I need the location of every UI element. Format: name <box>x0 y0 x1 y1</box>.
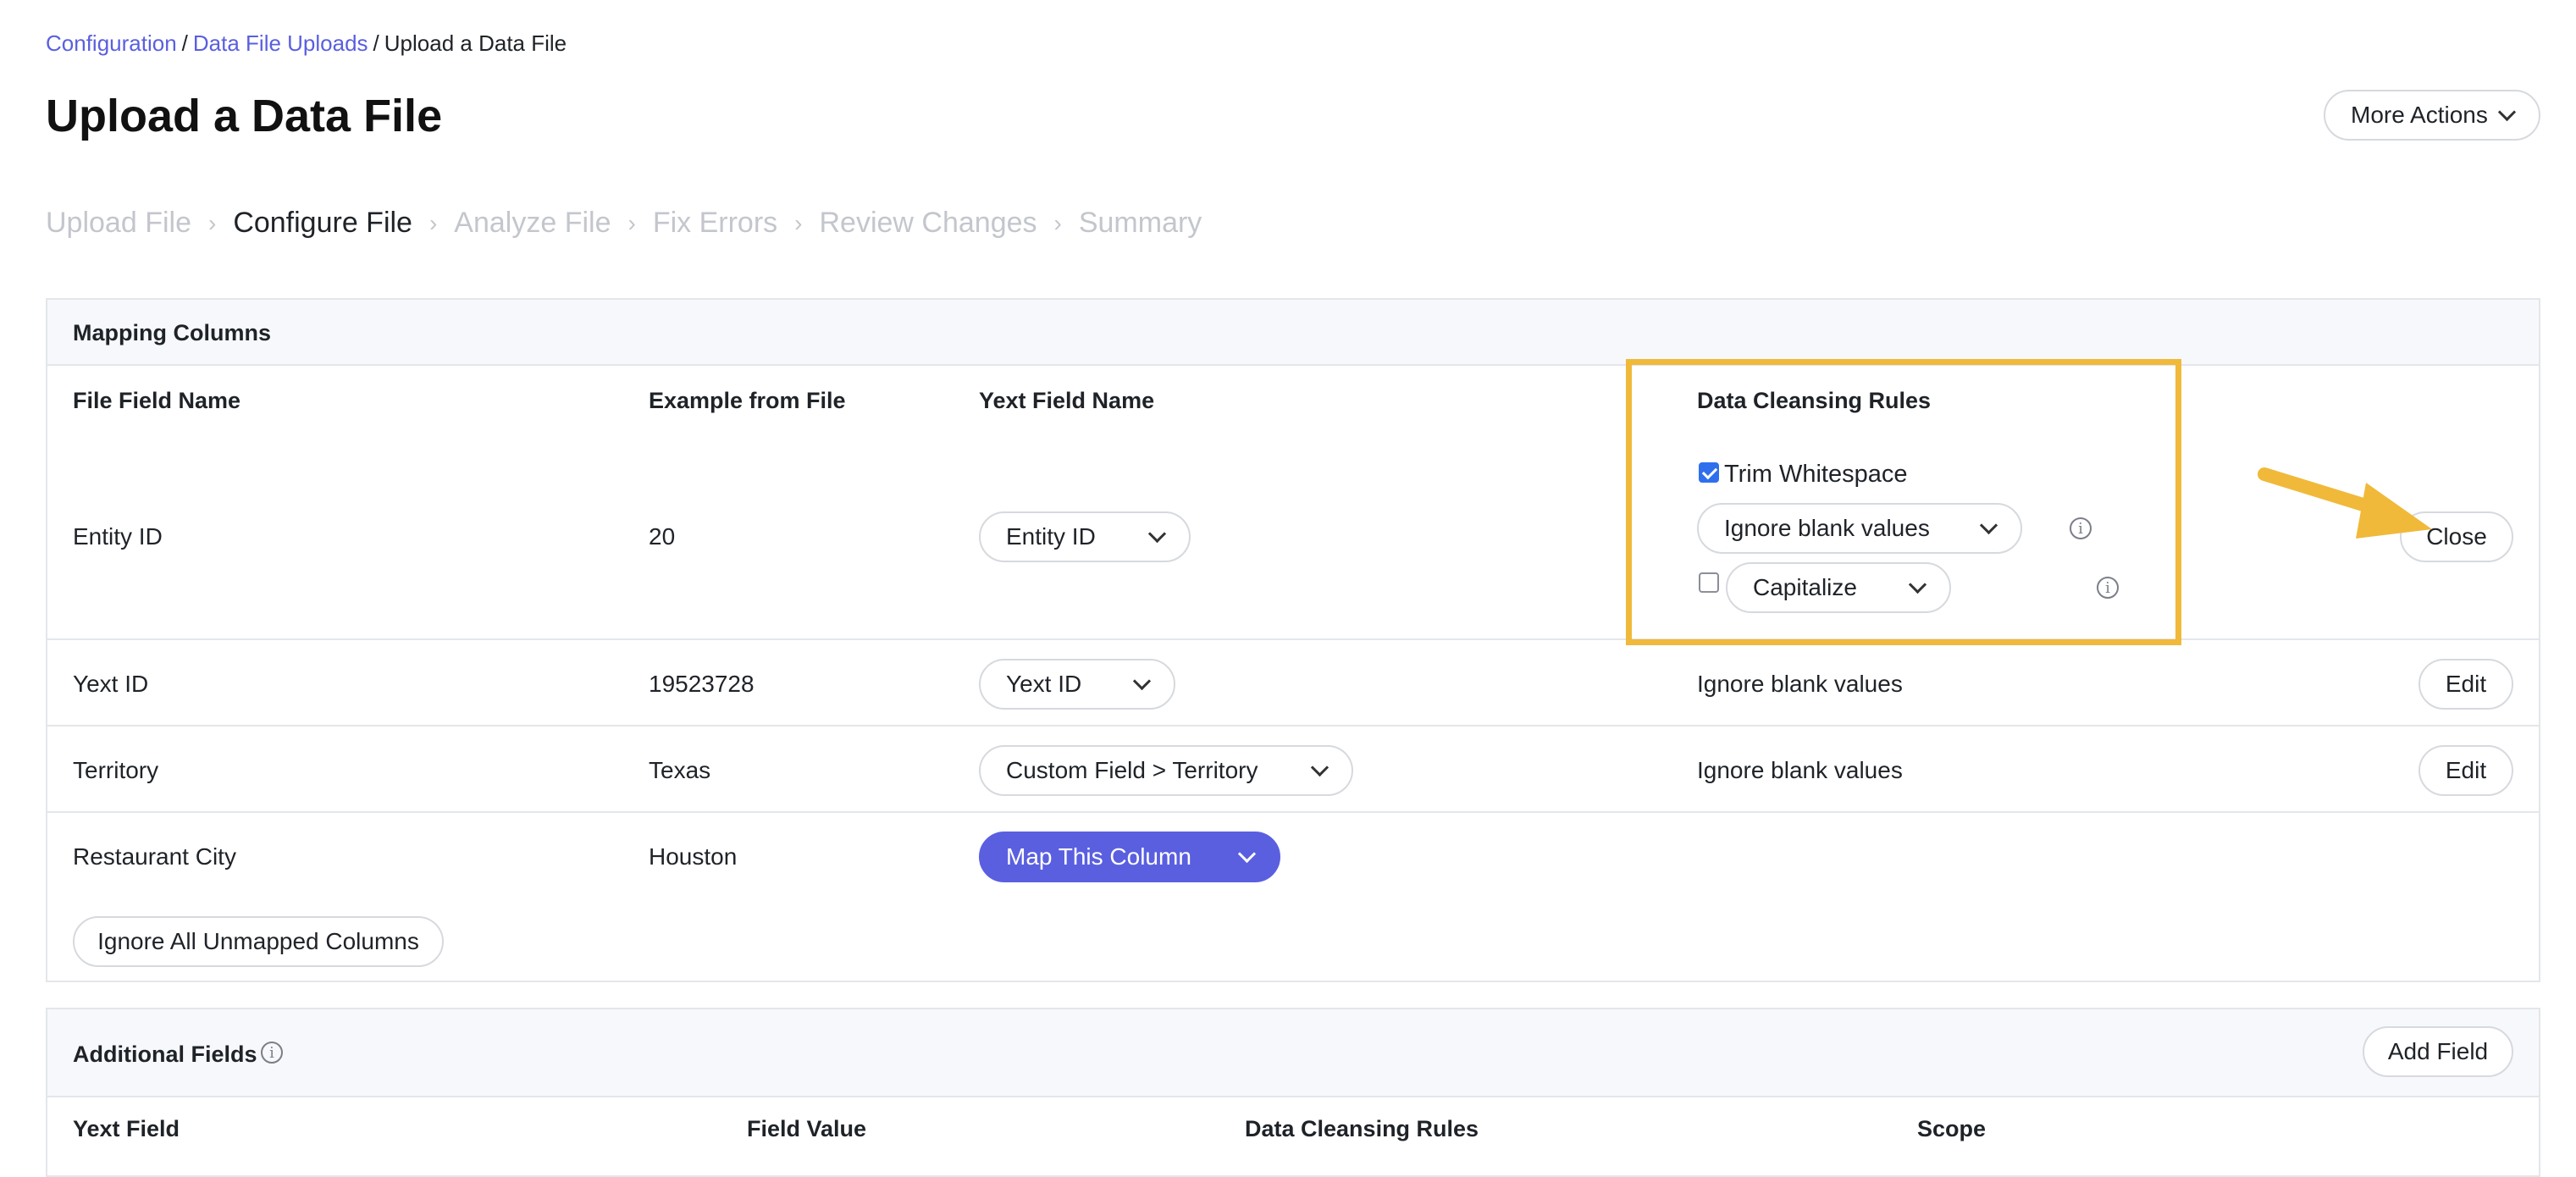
arrow-annotation-icon <box>2258 467 2432 539</box>
header-file-field-name: File Field Name <box>73 388 241 413</box>
panel-header: Additional Fields i Add Field <box>47 1009 2539 1097</box>
ignore-all-label: Ignore All Unmapped Columns <box>97 928 419 954</box>
step-indicator: Upload File › Configure File › Analyze F… <box>46 207 1202 240</box>
row-divider <box>47 725 2539 727</box>
chevron-down-icon <box>1147 524 1167 543</box>
row-file-field: Restaurant City <box>73 843 236 870</box>
step-review-changes: Review Changes <box>819 207 1037 239</box>
yext-field-select[interactable]: Custom Field > Territory <box>979 745 1353 796</box>
chevron-down-icon <box>1132 671 1152 690</box>
row-example: 20 <box>649 523 676 550</box>
map-this-column-select[interactable]: Map This Column <box>979 832 1280 882</box>
select-value: Map This Column <box>1006 843 1191 870</box>
step-separator: › <box>207 209 217 236</box>
header-example-from-file: Example from File <box>649 388 846 413</box>
select-value: Entity ID <box>1006 523 1096 550</box>
edit-button[interactable]: Edit <box>2418 745 2513 796</box>
panel-header: Mapping Columns <box>47 300 2539 366</box>
row-file-field: Territory <box>73 757 159 783</box>
add-field-label: Add Field <box>2387 1038 2489 1064</box>
additional-fields-panel: Additional Fields i Add Field Yext Field… <box>46 1008 2540 1177</box>
yext-field-select[interactable]: Entity ID <box>979 511 1191 562</box>
more-actions-label: More Actions <box>2351 102 2488 128</box>
edit-button-label: Edit <box>2445 757 2487 783</box>
select-value: Yext ID <box>1006 671 1082 697</box>
breadcrumb-current: Upload a Data File <box>384 30 567 56</box>
more-actions-button[interactable]: More Actions <box>2324 90 2540 141</box>
yext-field-select[interactable]: Yext ID <box>979 659 1175 710</box>
row-rules: Ignore blank values <box>1697 757 1903 783</box>
row-file-field: Entity ID <box>73 523 163 550</box>
step-separator: › <box>794 209 803 236</box>
add-field-button[interactable]: Add Field <box>2363 1026 2513 1077</box>
chevron-down-icon <box>1310 758 1329 776</box>
row-example: Texas <box>649 757 711 783</box>
panel-title: Mapping Columns <box>73 320 271 345</box>
header-field-value: Field Value <box>747 1116 867 1141</box>
step-fix-errors: Fix Errors <box>652 207 778 239</box>
step-separator: › <box>627 209 636 236</box>
step-upload-file: Upload File <box>46 207 191 239</box>
row-example: 19523728 <box>649 671 755 697</box>
row-rules: Ignore blank values <box>1697 671 1903 697</box>
row-file-field: Yext ID <box>73 671 149 697</box>
step-separator: › <box>1053 209 1062 236</box>
breadcrumb-data-file-uploads[interactable]: Data File Uploads <box>193 30 368 56</box>
page-title: Upload a Data File <box>46 91 443 141</box>
breadcrumb-separator: / <box>181 30 188 56</box>
panel-title: Additional Fields <box>73 1042 257 1067</box>
select-value: Custom Field > Territory <box>1006 757 1258 783</box>
header-scope: Scope <box>1917 1116 1987 1141</box>
chevron-down-icon <box>1237 844 1257 863</box>
breadcrumb-configuration[interactable]: Configuration <box>46 30 177 56</box>
breadcrumb: Configuration / Data File Uploads / Upload a… <box>46 30 567 57</box>
edit-button-label: Edit <box>2445 671 2487 697</box>
step-configure-file: Configure File <box>233 207 412 239</box>
header-data-cleansing-rules: Data Cleansing Rules <box>1245 1116 1479 1141</box>
row-divider <box>47 811 2539 813</box>
breadcrumb-separator: / <box>373 30 379 56</box>
row-example: Houston <box>649 843 738 870</box>
header-yext-field-name: Yext Field Name <box>979 388 1155 413</box>
ignore-all-unmapped-columns-button[interactable]: Ignore All Unmapped Columns <box>73 916 444 967</box>
info-icon[interactable]: i <box>261 1042 283 1064</box>
highlight-box <box>1626 359 2181 645</box>
step-separator: › <box>428 209 438 236</box>
edit-button[interactable]: Edit <box>2418 659 2513 710</box>
step-summary: Summary <box>1078 207 1202 239</box>
header-yext-field: Yext Field <box>73 1116 180 1141</box>
chevron-down-icon <box>2497 102 2517 121</box>
step-analyze-file: Analyze File <box>454 207 611 239</box>
